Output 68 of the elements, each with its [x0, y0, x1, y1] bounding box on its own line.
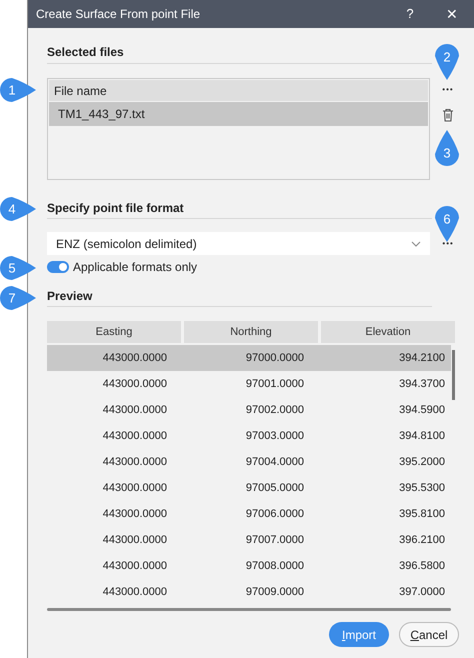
callout-number: 7 — [8, 292, 16, 304]
column-header: Easting — [47, 321, 181, 343]
table-cell-text: 443000.0000 — [102, 402, 167, 418]
table-row[interactable]: 443000.0000 97009.0000 397.0000 — [47, 579, 451, 605]
window-title: Create Surface From point File — [36, 6, 202, 23]
table-cell-text: 97003.0000 — [246, 428, 304, 444]
table-row[interactable]: 443000.0000 97000.0000 394.2100 — [47, 345, 451, 371]
close-button[interactable]: ✕ — [440, 4, 464, 24]
callout-number: 2 — [443, 50, 451, 64]
vertical-scrollbar[interactable] — [452, 350, 455, 400]
table-cell-text: 395.8100 — [399, 506, 445, 522]
table-row[interactable]: 443000.0000 97006.0000 395.8100 — [47, 501, 451, 527]
table-row[interactable]: 443000.0000 97008.0000 396.5800 — [47, 553, 451, 579]
table-cell-text: 443000.0000 — [102, 428, 167, 444]
file-row[interactable]: TM1_443_97.txt — [49, 102, 428, 126]
table-row[interactable]: 443000.0000 97005.0000 395.5300 — [47, 475, 451, 501]
format-dropdown[interactable]: ENZ (semicolon delimited) — [47, 232, 430, 255]
table-cell-text: 443000.0000 — [102, 480, 167, 496]
table-cell-text: 394.8100 — [399, 428, 445, 444]
table-cell-text: 97005.0000 — [246, 480, 304, 496]
table-cell-text: 396.2100 — [399, 532, 445, 548]
trash-icon[interactable] — [442, 108, 454, 122]
callout-number: 1 — [8, 84, 16, 96]
toggle-switch[interactable] — [47, 261, 69, 273]
browse-button[interactable]: ••• — [436, 86, 460, 94]
table-cell-text: 395.5300 — [399, 480, 445, 496]
table-cell-text: 443000.0000 — [102, 506, 167, 522]
table-cell-text: 97008.0000 — [246, 558, 304, 574]
table-cell-text: 443000.0000 — [102, 350, 167, 366]
callout-number: 6 — [443, 212, 451, 226]
horizontal-scrollbar[interactable] — [47, 608, 451, 611]
table-cell-text: 97009.0000 — [246, 584, 304, 600]
table-row[interactable]: 443000.0000 97003.0000 394.8100 — [47, 423, 451, 449]
table-cell-text: 397.0000 — [399, 584, 445, 600]
table-cell-text: 394.2100 — [399, 350, 445, 366]
column-header: File name — [49, 80, 428, 101]
table-row[interactable]: 443000.0000 97007.0000 396.2100 — [47, 527, 451, 553]
table-row[interactable]: 443000.0000 97004.0000 395.2000 — [47, 449, 451, 475]
table-cell-text: 443000.0000 — [102, 532, 167, 548]
table-cell-text: 443000.0000 — [102, 584, 167, 600]
table-cell-text: 443000.0000 — [102, 454, 167, 470]
section-heading: Specify point file format — [47, 201, 184, 215]
callout-number: 3 — [443, 146, 451, 160]
chevron-down-icon — [411, 240, 422, 246]
table-cell-text: 97000.0000 — [246, 350, 304, 366]
callout-number: 4 — [8, 202, 16, 216]
help-button[interactable]: ? — [398, 4, 422, 24]
section-heading: Selected files — [47, 45, 124, 59]
table-row[interactable]: 443000.0000 97002.0000 394.5900 — [47, 397, 451, 423]
table-cell-text: 443000.0000 — [102, 376, 167, 392]
table-cell-text: 97006.0000 — [246, 506, 304, 522]
table-cell-text: 97001.0000 — [246, 376, 304, 392]
table-row[interactable]: 443000.0000 97001.0000 394.3700 — [47, 371, 451, 397]
table-cell-text: 443000.0000 — [102, 558, 167, 574]
table-cell-text: 394.5900 — [399, 402, 445, 418]
callout-number: 5 — [8, 262, 16, 274]
column-header: Northing — [184, 321, 318, 343]
table-cell-text: 396.5800 — [399, 558, 445, 574]
cancel-button[interactable]: Cancel — [399, 622, 459, 647]
table-cell-text: 394.3700 — [399, 376, 445, 392]
section-heading: Preview — [47, 289, 92, 303]
table-cell-text: 97002.0000 — [246, 402, 304, 418]
table-cell-text: 395.2000 — [399, 454, 445, 470]
browse-button[interactable]: ••• — [436, 240, 460, 248]
toggle-label: Applicable formats only — [73, 260, 198, 274]
table-cell-text: 97007.0000 — [246, 532, 304, 548]
column-header: Elevation — [321, 321, 455, 343]
table-cell-text: 97004.0000 — [246, 454, 304, 470]
